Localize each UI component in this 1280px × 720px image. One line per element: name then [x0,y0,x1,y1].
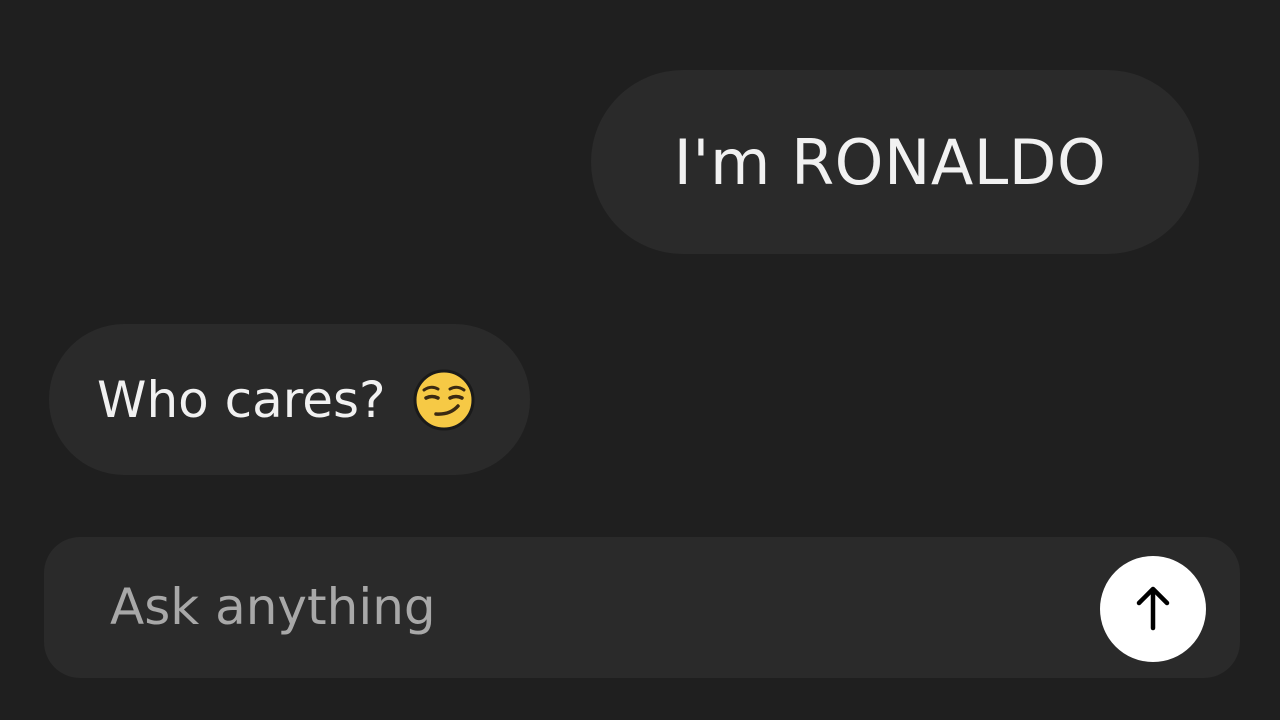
arrow-up-icon [1133,584,1173,635]
message-input[interactable] [110,567,1070,647]
user-message-text: I'm RONALDO [673,125,1107,199]
assistant-message-text: Who cares? [97,370,386,429]
chat-window: I'm RONALDO Who cares? [0,0,1280,720]
user-message-bubble: I'm RONALDO [591,70,1199,254]
composer-bar [44,537,1240,678]
send-button[interactable] [1100,556,1206,662]
assistant-message-bubble: Who cares? [49,324,530,475]
smirking-face-icon [412,368,476,432]
